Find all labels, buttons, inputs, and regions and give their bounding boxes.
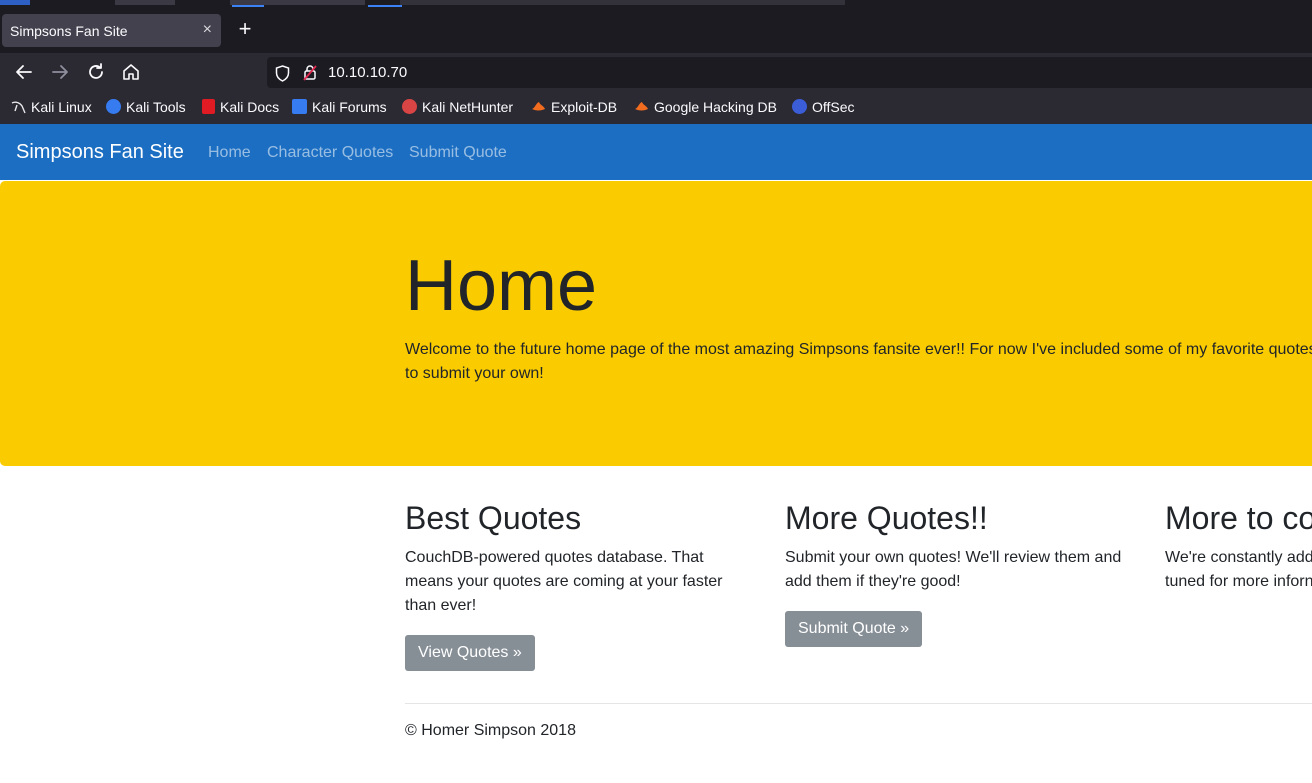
text-line: than ever!	[405, 597, 477, 614]
footer-divider	[405, 703, 1312, 704]
browser-tab[interactable]: Simpsons Fan Site ×	[2, 14, 221, 47]
home-button[interactable]	[120, 61, 142, 83]
hero-text: Welcome to the future home page of the m…	[405, 338, 1312, 386]
bookmark-label: Google Hacking DB	[654, 99, 777, 115]
view-quotes-button[interactable]: View Quotes »	[405, 635, 535, 671]
kali-dragon-icon	[11, 99, 26, 114]
new-tab-button[interactable]: +	[234, 18, 256, 40]
hero-jumbotron: Home Welcome to the future home page of …	[0, 181, 1312, 466]
kali-tools-icon	[106, 99, 121, 114]
hero-title: Home	[405, 246, 598, 326]
tab-bar: Simpsons Fan Site × +	[0, 8, 1312, 53]
footer-copyright: © Homer Simpson 2018	[405, 722, 576, 739]
bookmark-label: Kali Linux	[31, 99, 92, 115]
column-best-quotes: Best Quotes CouchDB-powered quotes datab…	[405, 498, 745, 671]
submit-quote-button[interactable]: Submit Quote »	[785, 611, 923, 647]
nav-link-submit-quote[interactable]: Submit Quote	[409, 144, 507, 162]
arrow-right-icon	[52, 65, 68, 79]
column-text: CouchDB-powered quotes database. That me…	[405, 546, 745, 618]
column-heading: More to co	[1165, 500, 1312, 536]
kali-docs-icon	[202, 99, 215, 114]
bookmark-offsec[interactable]: OffSec	[792, 99, 855, 117]
text-line: We're constantly add	[1165, 549, 1312, 566]
shield-icon[interactable]	[275, 65, 290, 82]
taskbar-active-indicator	[232, 5, 264, 7]
taskbar-item	[115, 0, 175, 5]
text-line: tuned for more inforn	[1165, 573, 1312, 590]
site-navbar: Simpsons Fan Site Home Character Quotes …	[0, 124, 1312, 180]
column-heading: Best Quotes	[405, 500, 582, 536]
text-line: means your quotes are coming at your fas…	[405, 573, 723, 590]
reload-button[interactable]	[85, 61, 107, 83]
taskbar-active-indicator	[368, 5, 402, 7]
nav-link-home[interactable]: Home	[208, 144, 251, 162]
bookmarks-toolbar: Kali Linux Kali Tools Kali Docs Kali For…	[0, 91, 1312, 125]
tab-title: Simpsons Fan Site	[10, 23, 128, 39]
insecure-lock-icon[interactable]	[303, 64, 317, 81]
kali-forums-icon	[292, 99, 307, 114]
offsec-icon	[792, 99, 807, 114]
taskbar-item	[400, 0, 845, 5]
column-heading: More Quotes!!	[785, 500, 988, 536]
bookmark-google-hacking-db[interactable]: Google Hacking DB	[634, 99, 777, 117]
forward-button[interactable]	[49, 61, 71, 83]
bookmark-kali-docs[interactable]: Kali Docs	[202, 99, 279, 117]
bookmark-kali-forums[interactable]: Kali Forums	[292, 99, 387, 117]
site-brand-link[interactable]: Simpsons Fan Site	[16, 141, 184, 164]
browser-toolbar: 10.10.10.70	[0, 53, 1312, 91]
bookmark-label: Kali Forums	[312, 99, 387, 115]
ghdb-icon	[634, 99, 649, 114]
bookmark-label: Kali Tools	[126, 99, 186, 115]
bookmark-label: OffSec	[812, 99, 855, 115]
hero-text-line: Welcome to the future home page of the m…	[405, 341, 1312, 358]
bookmark-label: Kali NetHunter	[422, 99, 514, 115]
back-button[interactable]	[13, 61, 35, 83]
text-line: add them if they're good!	[785, 573, 961, 590]
bookmark-exploit-db[interactable]: Exploit-DB	[531, 99, 617, 117]
bookmark-label: Exploit-DB	[551, 99, 618, 115]
column-text: We're constantly add tuned for more info…	[1165, 546, 1312, 594]
column-more-to-come: More to co We're constantly add tuned fo…	[1165, 498, 1312, 594]
address-bar[interactable]: 10.10.10.70	[267, 57, 1312, 88]
nethunter-icon	[402, 99, 417, 114]
bookmark-kali-tools[interactable]: Kali Tools	[106, 99, 186, 117]
bookmark-label: Kali Docs	[220, 99, 280, 115]
home-icon	[123, 64, 139, 80]
reload-icon	[89, 63, 103, 79]
column-more-quotes: More Quotes!! Submit your own quotes! We…	[785, 498, 1125, 647]
text-line: CouchDB-powered quotes database. That	[405, 549, 704, 566]
taskbar-item	[0, 0, 30, 5]
hero-text-line: to submit your own!	[405, 365, 544, 382]
url-text: 10.10.10.70	[328, 64, 408, 81]
bookmark-kali-linux[interactable]: Kali Linux	[11, 99, 92, 117]
bookmark-kali-nethunter[interactable]: Kali NetHunter	[402, 99, 513, 117]
arrow-left-icon	[16, 65, 32, 79]
window-top-strip	[0, 0, 1312, 8]
nav-link-character-quotes[interactable]: Character Quotes	[267, 144, 393, 162]
column-text: Submit your own quotes! We'll review the…	[785, 546, 1125, 594]
text-line: Submit your own quotes! We'll review the…	[785, 549, 1122, 566]
exploit-db-icon	[531, 99, 546, 114]
tab-close-icon[interactable]: ×	[203, 21, 212, 39]
